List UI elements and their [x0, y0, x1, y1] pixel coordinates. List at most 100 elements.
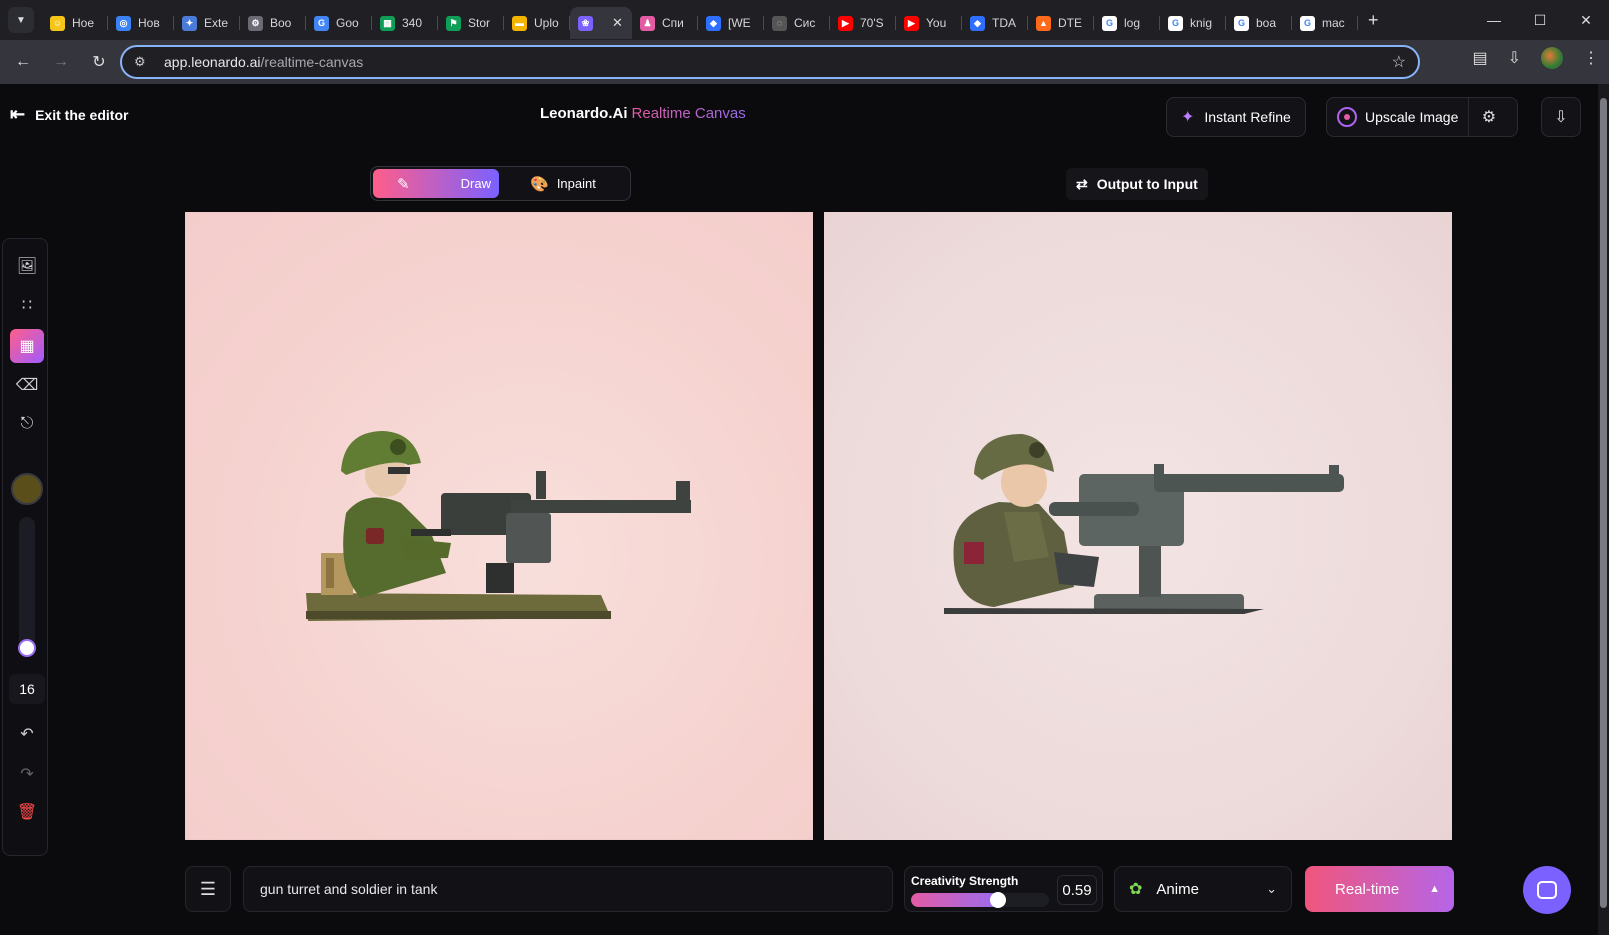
exit-arrow-icon: ⇤ [10, 104, 26, 124]
palette-icon: 🎨 [530, 175, 549, 193]
reload-button[interactable]: ↻ [84, 47, 114, 77]
brush-color-swatch[interactable] [11, 473, 43, 505]
tab-search-button[interactable]: ▼ [8, 7, 34, 33]
tab-favicon-icon: ◆ [706, 15, 721, 31]
browser-tab[interactable]: ▬ Uplo [504, 7, 570, 39]
new-tab-button[interactable]: + [1368, 10, 1379, 31]
caret-up-icon[interactable]: ▲ [1429, 883, 1440, 895]
back-button[interactable]: ← [8, 47, 38, 77]
url-host: app.leonardo.ai [164, 54, 261, 70]
exit-editor-label: Exit the editor [35, 106, 129, 123]
dots-grid-icon: ∷ [21, 297, 33, 314]
creativity-slider-knob[interactable] [990, 892, 1006, 908]
trash-icon: 🗑 [16, 804, 38, 821]
browser-tab[interactable]: Gknig [1160, 7, 1226, 39]
tab-favicon-icon: ▲ [1036, 15, 1051, 31]
scrollbar-thumb[interactable] [1600, 98, 1607, 908]
clear-canvas-button[interactable]: 🗑 [10, 795, 44, 829]
paint-brush-tool[interactable]: ⎋ [10, 407, 44, 441]
style-selected-value: Anime [1156, 880, 1199, 898]
browser-tab[interactable]: ◎ Hoв [108, 7, 174, 39]
browser-tab-strip: ▼ ☺ Hoе ◎ Hoв ✦ Exte ⚙ Boo G Goo ▦ 340 ⚑ Stor ▬ Uplo ❀ ✕ ♟… [0, 0, 1609, 40]
address-bar[interactable]: ⚙ app.leonardo.ai/realtime-canvas ☆ [120, 45, 1420, 79]
add-image-tool[interactable]: 🖼 [10, 249, 44, 283]
inpaint-mode-label: Inpaint [556, 176, 596, 191]
creativity-strength-value[interactable]: 0.59 [1057, 875, 1097, 905]
tab-list: ☺ Hoе ◎ Hoв ✦ Exte ⚙ Boo G Goo ▦ 340 ⚑ Stor ▬ Uplo ❀ ✕ ♟ Сп… [42, 0, 1358, 40]
tab-favicon-icon: ▬ [512, 15, 527, 31]
upscale-image-label: Upscale Image [1365, 109, 1459, 125]
creativity-strength-slider[interactable] [911, 893, 1049, 907]
site-info-icon[interactable]: ⚙ [134, 54, 156, 70]
browser-tab[interactable]: ◆ [WE [698, 7, 764, 39]
redo-button[interactable]: ↷ [10, 757, 44, 791]
browser-toolbar: ← → ↻ ⚙ app.leonardo.ai/realtime-canvas … [0, 40, 1609, 84]
add-image-icon: 🖼 [16, 258, 38, 275]
support-chat-button[interactable] [1523, 866, 1571, 914]
browser-tab[interactable]: ▲ DTE [1028, 7, 1094, 39]
browser-tab[interactable]: ✦ Exte [174, 7, 240, 39]
inpaint-mode-button[interactable]: 🎨 Inpaint [499, 169, 627, 198]
input-canvas[interactable] [185, 212, 813, 840]
browser-tab[interactable]: ⚙ Boo [240, 7, 306, 39]
brush-size-slider[interactable] [19, 517, 35, 649]
browser-tab-active[interactable]: ❀ ✕ [570, 7, 632, 39]
exit-editor-button[interactable]: ⇤ Exit the editor [10, 104, 128, 125]
download-icon: ⇩ [1554, 109, 1568, 126]
download-button[interactable]: ⇩ [1541, 97, 1581, 137]
browser-tab[interactable]: ▦ 340 [372, 7, 438, 39]
tab-label: Stor [468, 16, 491, 30]
output-to-input-button[interactable]: ⇄ Output to Input [1066, 168, 1208, 200]
brush-size-value[interactable]: 16 [9, 674, 45, 704]
downloads-icon[interactable]: ⇩ [1508, 48, 1521, 68]
swap-arrows-icon: ⇄ [1076, 175, 1088, 192]
tab-favicon-icon: ⚑ [446, 15, 461, 31]
tab-favicon-icon: G [1102, 15, 1117, 31]
browser-tab[interactable]: Glog [1094, 7, 1160, 39]
url-path: /realtime-canvas [260, 54, 364, 70]
upscale-image-button[interactable]: Upscale Image [1327, 98, 1468, 136]
tab-favicon-icon: G [1234, 15, 1249, 31]
forward-button[interactable]: → [46, 47, 76, 77]
input-soldier-turret-image [306, 431, 691, 621]
browser-tab[interactable]: ⚑ Stor [438, 7, 504, 39]
style-dropdown[interactable]: ✿ Anime ⌄ [1114, 866, 1292, 912]
browser-tab[interactable]: ▶ 70'S [830, 7, 896, 39]
profile-avatar[interactable] [1541, 47, 1563, 69]
bookmark-star-icon[interactable]: ☆ [1392, 52, 1406, 72]
browser-tab[interactable]: Gmac [1292, 7, 1358, 39]
tab-label: log [1124, 16, 1141, 30]
grid-select-tool[interactable]: ∷ [10, 288, 44, 322]
browser-tab[interactable]: ▶ You [896, 7, 962, 39]
maximize-button[interactable]: ☐ [1517, 0, 1563, 40]
undo-button[interactable]: ↶ [10, 717, 44, 751]
tab-favicon-icon: ◌ [772, 15, 787, 31]
generation-settings-button[interactable]: ☰ [185, 866, 231, 912]
browser-tab[interactable]: ♟ Спи [632, 7, 698, 39]
browser-tab[interactable]: ◆ TDA [962, 7, 1028, 39]
realtime-button[interactable]: Real-time ▲ [1305, 866, 1454, 912]
extensions-icon[interactable]: ▤ [1472, 48, 1487, 68]
eraser-tool[interactable]: ⌫ [10, 368, 44, 402]
close-window-button[interactable]: ✕ [1563, 0, 1609, 40]
tab-favicon-icon: ◆ [970, 15, 985, 31]
browser-tab[interactable]: ◌ Сис [764, 7, 830, 39]
draw-mode-button[interactable]: ✎ Draw [373, 169, 499, 198]
brush-size-knob[interactable] [18, 639, 36, 657]
browser-tab[interactable]: Gboa [1226, 7, 1292, 39]
browser-tab[interactable]: G Goo [306, 7, 372, 39]
tab-label: [WE [728, 16, 751, 30]
prompt-input[interactable] [243, 866, 893, 912]
close-tab-icon[interactable]: ✕ [612, 15, 623, 31]
minimize-button[interactable]: — [1471, 0, 1517, 40]
upscale-settings-gear-icon[interactable]: ⚙ [1468, 98, 1508, 136]
product-name: Realtime Canvas [631, 105, 746, 122]
instant-refine-button[interactable]: ✦ Instant Refine [1166, 97, 1306, 137]
select-tool[interactable]: ▦ [10, 329, 44, 363]
tab-label: Uplo [534, 16, 559, 30]
page-scrollbar[interactable] [1598, 84, 1609, 935]
browser-menu-icon[interactable]: ⋮ [1583, 48, 1599, 68]
tab-label: knig [1190, 16, 1213, 30]
browser-tab[interactable]: ☺ Hoе [42, 7, 108, 39]
tab-label: Goo [336, 16, 359, 30]
